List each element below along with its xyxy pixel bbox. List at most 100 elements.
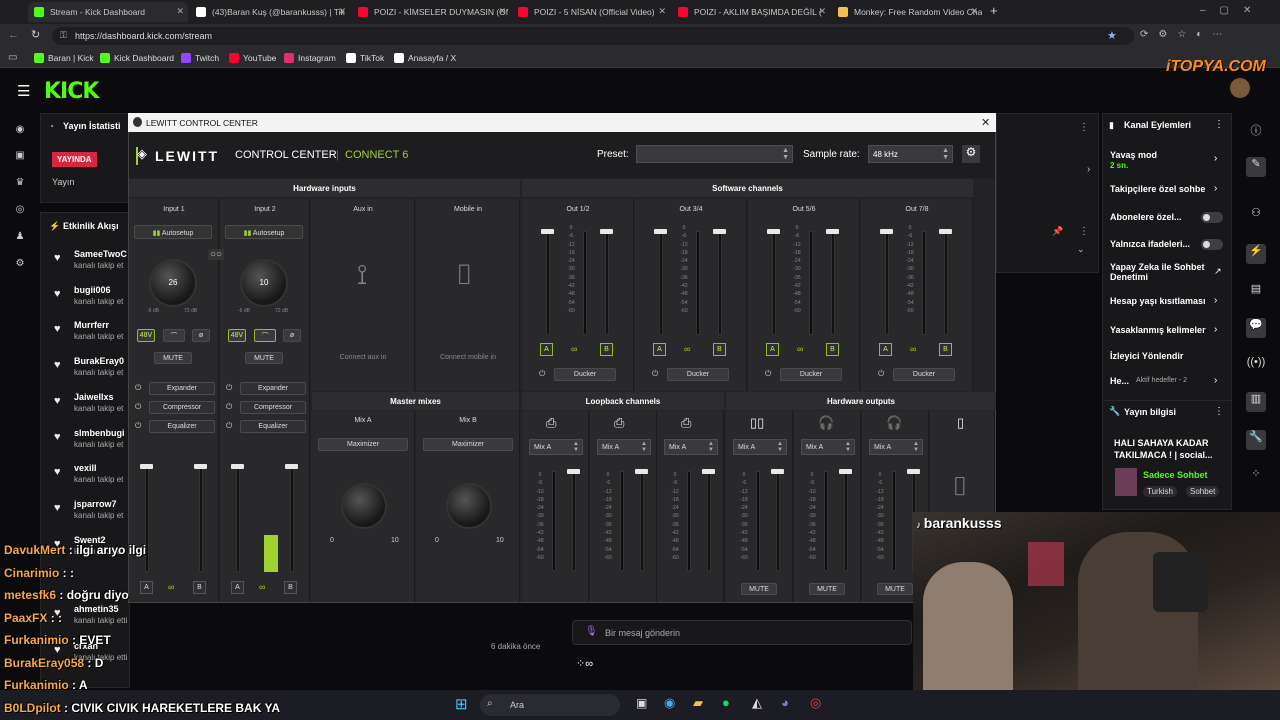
banned-words[interactable]: Yasaklanmış kelimeler (1110, 325, 1230, 335)
power-icon[interactable]: ⏻ (135, 383, 141, 393)
expander-button[interactable]: Expander (149, 382, 215, 395)
ducker-button[interactable]: Ducker (893, 368, 955, 381)
document-icon[interactable]: ▤ (1246, 282, 1266, 302)
tab-tiktok[interactable]: (43)Baran Kuş (@barankusss) | Tik ✕ (190, 2, 350, 22)
route-b-button[interactable]: B (939, 343, 952, 356)
app-icon[interactable]: ◎ (810, 695, 821, 711)
app-icon[interactable]: ◭ (752, 695, 762, 711)
chevron-right-icon[interactable]: › (1214, 375, 1217, 386)
more-icon[interactable]: ⋮ (1214, 119, 1224, 130)
layout-icon[interactable]: ▥ (1246, 392, 1266, 412)
discord-icon[interactable]: ◕ (781, 695, 789, 710)
phase-button[interactable]: ø (283, 329, 301, 342)
ducker-button[interactable]: Ducker (554, 368, 616, 381)
activity-item[interactable]: ♥ SameeTwoC kanalı takip et (54, 249, 134, 281)
link-icon[interactable]: ∞ (168, 582, 174, 592)
mix-select[interactable]: Mix A ▲ ▼ (597, 439, 651, 455)
activity-item[interactable]: ♥ Murrferr kanalı takip et (54, 320, 134, 352)
ducker-button[interactable]: Ducker (780, 368, 842, 381)
fader-cap[interactable] (767, 229, 780, 234)
windows-start-icon[interactable]: ⊞ (455, 695, 468, 713)
window-controls[interactable]: –▢✕ (1200, 5, 1265, 16)
preset-select[interactable]: ▲ ▼ (636, 145, 793, 163)
bookmark-instagram[interactable]: Instagram (284, 53, 336, 63)
sample-rate-select[interactable]: 48 kHz ▲ ▼ (868, 145, 953, 163)
taskbar-search[interactable]: ⌕ Ara (480, 694, 620, 716)
close-icon[interactable]: ✕ (176, 6, 184, 17)
equalizer-button[interactable]: Equalizer (149, 420, 215, 433)
mute-button[interactable]: MUTE (809, 583, 845, 595)
bookmark-tiktok[interactable]: TikTok (346, 53, 384, 63)
mute-button[interactable]: MUTE (741, 583, 777, 595)
bookmark-x[interactable]: Anasayfa / X (394, 53, 456, 63)
more-icon[interactable]: ⋮ (1079, 122, 1089, 133)
route-a-button[interactable]: A (140, 581, 153, 594)
avatar[interactable] (1230, 78, 1250, 98)
tab-kick-dashboard[interactable]: Stream - Kick Dashboard ✕ (28, 2, 188, 22)
fader-track[interactable] (546, 231, 550, 335)
external-link-icon[interactable]: ↗ (1214, 266, 1222, 277)
route-a-button[interactable]: A (879, 343, 892, 356)
edge-icon[interactable]: ◉ (664, 695, 675, 711)
slow-mode[interactable]: Yavaş mod (1110, 150, 1230, 160)
bookmark-twitch[interactable]: Twitch (181, 53, 219, 63)
power-icon[interactable]: ⏻ (539, 369, 545, 379)
back-icon[interactable]: ← (8, 29, 19, 41)
fader-cap[interactable] (541, 229, 554, 234)
more-icon[interactable]: ⋮ (1214, 406, 1224, 417)
power-icon[interactable]: ⏻ (135, 402, 141, 412)
fader-track[interactable] (944, 231, 948, 335)
close-icon[interactable]: ✕ (338, 6, 346, 17)
fader-track[interactable] (659, 231, 663, 335)
spotify-icon[interactable]: ● (722, 695, 730, 710)
fader-cap[interactable] (194, 464, 207, 469)
fader-track[interactable] (605, 231, 609, 335)
close-icon[interactable]: ✕ (658, 6, 666, 17)
route-a-button[interactable]: A (766, 343, 779, 356)
camera-icon[interactable]: ◎ (10, 204, 30, 220)
chevron-right-icon[interactable]: › (1214, 153, 1217, 164)
fader-cap[interactable] (826, 229, 839, 234)
new-tab-button[interactable]: + (990, 3, 998, 18)
fader-cap[interactable] (880, 229, 893, 234)
fader-cap[interactable] (285, 464, 298, 469)
bookmark-youtube[interactable]: YouTube (229, 53, 276, 63)
power-icon[interactable]: ⏻ (878, 369, 884, 379)
follower-only-mode[interactable]: Takipçilere özel sohbe (1110, 184, 1230, 194)
link-icon[interactable]: ∞ (259, 582, 265, 592)
chat-icon[interactable]: 💬 (1246, 318, 1266, 338)
fader-cap[interactable] (713, 229, 726, 234)
fader-track[interactable] (199, 467, 203, 572)
mix-select[interactable]: Mix A ▲ ▼ (529, 439, 583, 455)
link-icon[interactable]: ∞ (910, 344, 916, 354)
route-a-button[interactable]: A (231, 581, 244, 594)
mix-a-knob[interactable] (341, 483, 387, 529)
expander-button[interactable]: Expander (240, 382, 306, 395)
mix-b-knob[interactable] (446, 483, 492, 529)
emote-icon[interactable]: ⁘∞ (576, 657, 593, 670)
fader-cap[interactable] (567, 469, 580, 474)
fader-track[interactable] (572, 471, 576, 571)
highpass-button[interactable]: ⌒ (163, 329, 185, 342)
bookmark-baran-kick[interactable]: Baran | Kick (34, 53, 94, 63)
activity-item[interactable]: ♥ vexill kanalı takip et (54, 463, 134, 495)
fader-cap[interactable] (600, 229, 613, 234)
fader-cap[interactable] (839, 469, 852, 474)
fader-track[interactable] (885, 231, 889, 335)
category-name[interactable]: Sadece Sohbet (1143, 470, 1208, 480)
bookmark-kick-dashboard[interactable]: Kick Dashboard (100, 53, 174, 63)
fader-cap[interactable] (231, 464, 244, 469)
fader-track[interactable] (776, 471, 780, 571)
chevron-down-icon[interactable]: ⌄ (1077, 244, 1085, 255)
mix-select[interactable]: Mix A ▲ ▼ (801, 439, 855, 455)
ai-moderation[interactable]: Yapay Zeka ile Sohbet Denetimi (1110, 262, 1205, 282)
phase-button[interactable]: ø (192, 329, 210, 342)
fader-track[interactable] (844, 471, 848, 571)
fader-track[interactable] (640, 471, 644, 571)
mix-select[interactable]: Mix A ▲ ▼ (664, 439, 718, 455)
route-b-button[interactable]: B (713, 343, 726, 356)
route-b-button[interactable]: B (284, 581, 297, 594)
activity-item[interactable]: ♥ slmbenbugi kanalı takip et (54, 428, 134, 460)
ducker-button[interactable]: Ducker (667, 368, 729, 381)
chevron-right-icon[interactable]: › (1087, 164, 1090, 175)
